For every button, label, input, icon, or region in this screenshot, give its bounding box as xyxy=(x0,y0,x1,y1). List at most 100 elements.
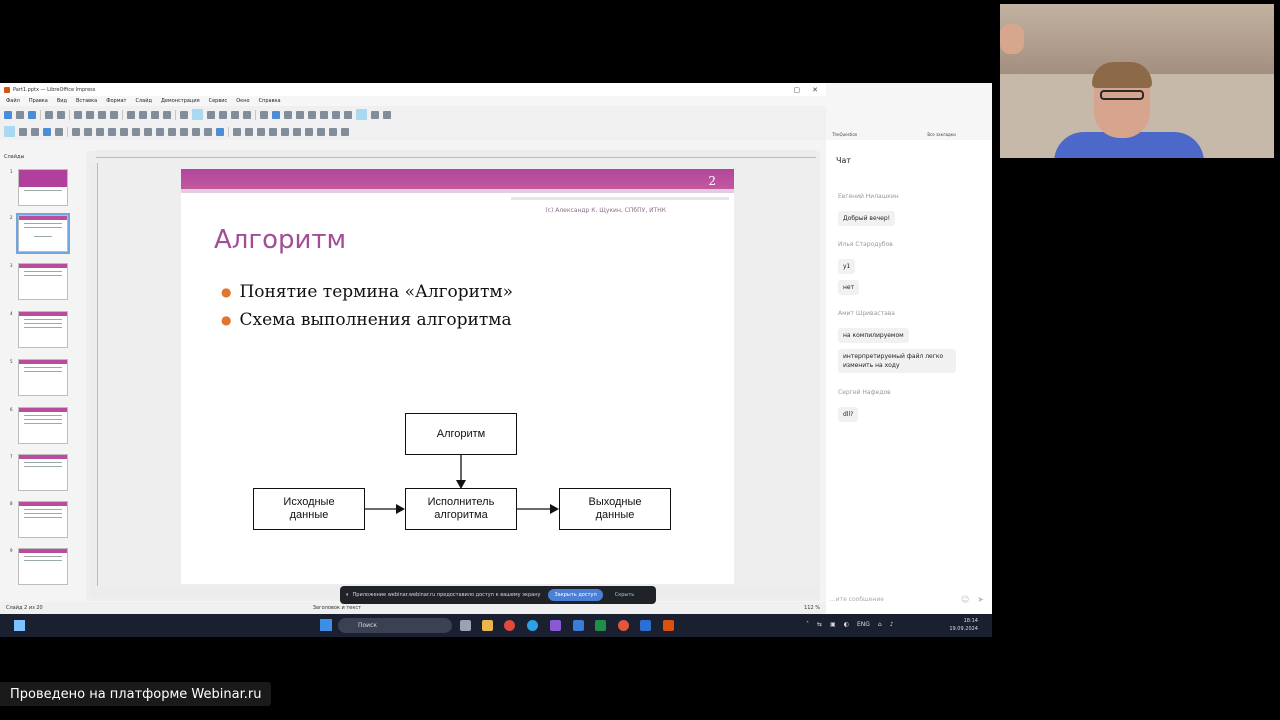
table-icon[interactable] xyxy=(260,110,268,119)
more-options-icon[interactable] xyxy=(383,110,391,119)
start-first-icon[interactable] xyxy=(231,110,239,119)
media-icon[interactable] xyxy=(284,110,292,119)
menu-window[interactable]: Окно xyxy=(236,98,249,104)
copy-icon[interactable] xyxy=(86,110,94,119)
stars-icon[interactable] xyxy=(204,127,212,136)
slide-thumbnail-6[interactable] xyxy=(18,407,68,444)
network-icon[interactable]: ⌂ xyxy=(878,621,882,628)
paste-icon[interactable] xyxy=(98,110,106,119)
clone-formatting-icon[interactable] xyxy=(110,110,118,119)
text-icon[interactable] xyxy=(31,127,39,136)
open-icon[interactable] xyxy=(16,110,24,119)
widgets-icon[interactable] xyxy=(14,620,25,631)
slide-canvas[interactable]: 2 (с) Александр К. Щукин, СПбПУ, ИТНК Ал… xyxy=(181,169,734,584)
edge-icon[interactable] xyxy=(527,620,538,631)
ellipse-icon[interactable] xyxy=(96,127,104,136)
undo-icon[interactable] xyxy=(127,110,135,119)
spelling-icon[interactable] xyxy=(163,110,171,119)
callouts-icon[interactable] xyxy=(192,127,200,136)
menu-edit[interactable]: Правка xyxy=(29,98,48,104)
horizontal-ruler[interactable] xyxy=(96,150,816,158)
keyboard-language[interactable]: ENG xyxy=(857,621,870,628)
glue-points-icon[interactable] xyxy=(329,127,337,136)
flowchart-icon[interactable] xyxy=(180,127,188,136)
emoji-icon[interactable]: ☺ xyxy=(961,595,969,604)
slide-thumbnail-5[interactable] xyxy=(18,359,68,396)
writer-icon[interactable] xyxy=(640,620,651,631)
toggle-extrusion-icon[interactable] xyxy=(341,127,349,136)
taskbar-search[interactable]: Поиск xyxy=(338,618,452,633)
print-icon[interactable] xyxy=(57,110,65,119)
firefox-icon[interactable] xyxy=(618,620,629,631)
grid-icon[interactable] xyxy=(192,109,203,120)
start-icon[interactable] xyxy=(320,619,332,631)
send-icon[interactable]: ➤ xyxy=(977,595,984,604)
arrange-icon[interactable] xyxy=(257,127,265,136)
chrome-icon[interactable] xyxy=(504,620,515,631)
chat-input[interactable]: ...ите сообщение ☺ ➤ xyxy=(826,591,992,607)
image-icon[interactable] xyxy=(272,110,280,119)
filter-icon[interactable] xyxy=(305,127,313,136)
textbox-icon[interactable] xyxy=(308,110,316,119)
fill-color-icon[interactable] xyxy=(55,127,63,136)
menu-tools[interactable]: Сервис xyxy=(209,98,228,104)
menu-format[interactable]: Формат xyxy=(106,98,126,104)
pause-icon[interactable]: ⏸ xyxy=(346,592,349,598)
menu-view[interactable]: Вид xyxy=(57,98,67,104)
slide-thumbnail-2[interactable] xyxy=(16,213,70,254)
zoom-icon[interactable] xyxy=(19,127,27,136)
save-icon[interactable] xyxy=(28,110,36,119)
close-button[interactable]: ✕ xyxy=(812,86,818,94)
slide-thumbnail-3[interactable] xyxy=(18,263,68,300)
redo-icon[interactable] xyxy=(139,110,147,119)
tray-app-icon[interactable]: ▣ xyxy=(830,621,836,628)
task-view-icon[interactable] xyxy=(460,620,471,631)
start-current-icon[interactable] xyxy=(243,110,251,119)
find-icon[interactable] xyxy=(151,110,159,119)
tray-app-icon[interactable]: ◐ xyxy=(844,621,849,628)
basic-shapes-icon[interactable] xyxy=(144,127,152,136)
slide-thumbnail-8[interactable] xyxy=(18,501,68,538)
vertical-ruler[interactable] xyxy=(90,163,98,593)
hyperlink-icon[interactable] xyxy=(344,110,352,119)
line-icon[interactable] xyxy=(72,127,80,136)
points-icon[interactable] xyxy=(317,127,325,136)
slide-layout-icon[interactable] xyxy=(207,110,215,119)
symbol-shapes-icon[interactable] xyxy=(156,127,164,136)
vscode-icon[interactable] xyxy=(573,620,584,631)
impress-taskbar-icon[interactable] xyxy=(663,620,674,631)
flow-box-output-data[interactable]: Выходные данные xyxy=(559,488,671,530)
flow-box-input-data[interactable]: Исходные данные xyxy=(253,488,365,530)
arrow-line-icon[interactable] xyxy=(108,127,116,136)
shadow-icon[interactable] xyxy=(281,127,289,136)
slide-thumbnail-9[interactable] xyxy=(18,548,68,585)
flow-box-algorithm[interactable]: Алгоритм xyxy=(405,413,517,455)
block-arrows-icon[interactable] xyxy=(168,127,176,136)
special-character-icon[interactable] xyxy=(320,110,328,119)
chart-icon[interactable] xyxy=(296,110,304,119)
stop-sharing-button[interactable]: Закрыть доступ xyxy=(548,589,603,601)
export-pdf-icon[interactable] xyxy=(45,110,53,119)
curve-icon[interactable] xyxy=(120,127,128,136)
hide-link[interactable]: Скрыть xyxy=(615,592,635,598)
visual-studio-icon[interactable] xyxy=(550,620,561,631)
maximize-button[interactable]: ▢ xyxy=(794,86,801,94)
all-bookmarks[interactable]: Все закладки xyxy=(927,132,955,137)
crop-icon[interactable] xyxy=(293,127,301,136)
rotate-icon[interactable] xyxy=(233,127,241,136)
zoom-level[interactable]: 112 % xyxy=(804,605,826,611)
menu-file[interactable]: Файл xyxy=(6,98,20,104)
menu-help[interactable]: Справка xyxy=(259,98,281,104)
connector-icon[interactable] xyxy=(132,127,140,136)
clock[interactable]: 18:14 19.09.2024 xyxy=(949,617,978,633)
display-views-icon[interactable] xyxy=(180,110,188,119)
excel-icon[interactable] xyxy=(595,620,606,631)
rectangle-icon[interactable] xyxy=(84,127,92,136)
menu-slideshow[interactable]: Демонстрация xyxy=(161,98,200,104)
slide-thumbnail-4[interactable] xyxy=(18,311,68,348)
bookmark-thequestion[interactable]: TheQuestion xyxy=(832,132,857,137)
flow-box-executor[interactable]: Исполнитель алгоритма xyxy=(405,488,517,530)
tray-chevron-icon[interactable]: ˄ xyxy=(806,621,809,628)
menu-insert[interactable]: Вставка xyxy=(76,98,97,104)
slide-thumbnail-7[interactable] xyxy=(18,454,68,491)
